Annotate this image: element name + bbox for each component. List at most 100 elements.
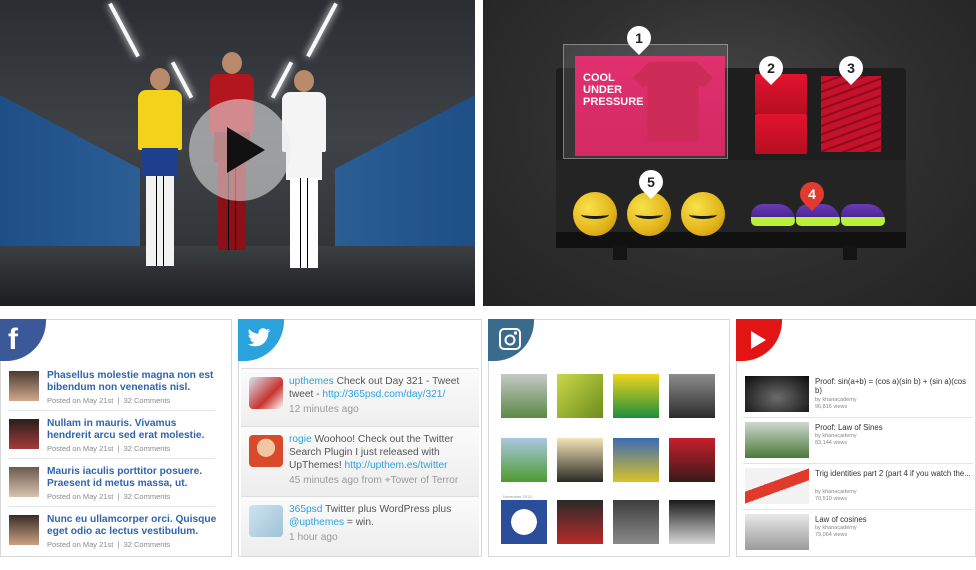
facebook-post[interactable]: Mauris iaculis porttitor posuere. Praese… (9, 463, 215, 507)
video-author: by khanacademy (815, 397, 857, 403)
video-title[interactable]: Trig identities part 2 (part 4 if you wa… (815, 469, 973, 478)
photo-date-label: November 2013 (503, 494, 532, 499)
avatar (9, 467, 39, 497)
photo-thumbnail[interactable] (557, 438, 603, 482)
video-title[interactable]: Proof: sin(a+b) = (cos a)(sin b) + (sin … (815, 377, 973, 395)
post-meta: Posted on May 21st | 32 Comments (47, 492, 171, 501)
hotspot-pin-4[interactable]: 4 (795, 177, 829, 212)
facebook-post[interactable]: Nunc eu ullamcorper orci. Quisque eget o… (9, 511, 217, 555)
tweet-time: 1 hour ago (289, 532, 338, 543)
post-title[interactable]: Mauris iaculis porttitor posuere. Praese… (47, 466, 217, 490)
avatar (249, 505, 283, 537)
ceiling-light (108, 2, 140, 58)
avatar (249, 377, 283, 409)
football[interactable] (681, 192, 725, 236)
photo-thumbnail[interactable] (669, 438, 715, 482)
post-meta: Posted on May 21st | 32 Comments (47, 540, 171, 549)
avatar (9, 515, 39, 545)
tweet-time: 12 minutes ago (289, 404, 359, 415)
table-leg (843, 246, 857, 260)
table-leg (613, 246, 627, 260)
tweet[interactable]: 365psd Twitter plus WordPress plus @upth… (241, 496, 479, 556)
photo-thumbnail[interactable] (613, 374, 659, 418)
youtube-play-icon (751, 331, 766, 349)
post-title[interactable]: Phasellus molestie magna non est bibendu… (47, 370, 217, 394)
youtube-badge[interactable] (736, 319, 782, 361)
video-author: by khanacademy (815, 489, 857, 495)
photo-thumbnail[interactable] (501, 374, 547, 418)
tweet-text: upthemes Check out Day 321 - Tweet tweet… (289, 375, 475, 416)
tweet-link[interactable]: http://upthem.es/twitter (344, 460, 447, 471)
player-england (278, 70, 330, 280)
avatar (9, 371, 39, 401)
hotspot-pin-2[interactable]: 2 (754, 51, 788, 86)
facebook-feed-card: f Phasellus molestie magna non est biben… (0, 319, 232, 557)
tweet-mention[interactable]: @upthemes (289, 517, 344, 528)
post-meta: Posted on May 21st | 32 Comments (47, 396, 171, 405)
video-item[interactable]: Proof: sin(a+b) = (cos a)(sin b) + (sin … (743, 372, 973, 418)
tweet-text: rogie Woohoo! Check out the Twitter Sear… (289, 433, 475, 487)
tweet[interactable]: upthemes Check out Day 321 - Tweet tweet… (241, 368, 479, 434)
post-title[interactable]: Nullam in mauris. Vivamus hendrerit arcu… (47, 418, 217, 442)
hotspot-pin-3[interactable]: 3 (834, 51, 868, 86)
tweet-text: 365psd Twitter plus WordPress plus @upth… (289, 503, 475, 544)
product-display-panel: COOL UNDER PRESSURE 1 2 3 4 5 (483, 0, 976, 306)
football-boot[interactable] (751, 204, 795, 226)
photo-thumbnail[interactable] (501, 438, 547, 482)
hero-video-panel[interactable] (0, 0, 475, 306)
photo-thumbnail[interactable] (557, 500, 603, 544)
photo-thumbnail[interactable] (501, 500, 547, 544)
post-meta: Posted on May 21st | 32 Comments (47, 444, 171, 453)
video-item[interactable]: Proof: Law of Sines by khanacademy 83,14… (743, 418, 973, 464)
video-title[interactable]: Law of cosines (815, 515, 973, 524)
avatar (9, 419, 39, 449)
video-views: 96,816 views (815, 404, 848, 410)
hotspot-pin-5[interactable]: 5 (634, 165, 668, 200)
tweet-username[interactable]: upthemes (289, 376, 334, 387)
video-item[interactable]: Law of cosines by khanacademy 79,064 vie… (743, 510, 973, 556)
tweet-username[interactable]: 365psd (289, 504, 322, 515)
video-thumbnail[interactable] (745, 514, 809, 550)
photo-thumbnail[interactable] (613, 500, 659, 544)
tweet-time: 45 minutes ago from ⌖Tower of Terror (289, 475, 459, 486)
video-thumbnail[interactable] (745, 468, 809, 504)
ceiling-light (306, 2, 338, 58)
video-author: by khanacademy (815, 525, 857, 531)
avatar (249, 435, 283, 467)
video-thumbnail[interactable] (745, 376, 809, 412)
facebook-post[interactable]: Phasellus molestie magna non est bibendu… (9, 367, 215, 411)
photo-thumbnail[interactable] (557, 374, 603, 418)
post-title[interactable]: Nunc eu ullamcorper orci. Quisque eget o… (47, 514, 217, 538)
photo-thumbnail[interactable] (669, 374, 715, 418)
page-root: COOL UNDER PRESSURE 1 2 3 4 5 f Phasellu… (0, 0, 976, 570)
play-button[interactable] (189, 99, 291, 201)
red-shirt-stack[interactable] (755, 114, 807, 154)
instagram-feed-card: November 2013 (488, 319, 730, 557)
photo-thumbnail[interactable] (669, 500, 715, 544)
twitter-bird-icon (248, 328, 271, 347)
folded-shirts[interactable] (821, 76, 881, 152)
play-icon (227, 127, 265, 173)
video-views: 70,510 views (815, 496, 848, 502)
facebook-badge[interactable]: f (0, 319, 46, 361)
tweet-link[interactable]: http://365psd.com/day/321/ (322, 389, 445, 400)
photo-thumbnail[interactable] (613, 438, 659, 482)
video-thumbnail[interactable] (745, 422, 809, 458)
player-brazil (134, 68, 186, 278)
hotspot-pin-1[interactable]: 1 (622, 21, 656, 56)
video-item[interactable]: Trig identities part 2 (part 4 if you wa… (743, 464, 973, 510)
twitter-feed-card: upthemes Check out Day 321 - Tweet tweet… (238, 319, 482, 557)
football-boot[interactable] (841, 204, 885, 226)
tweet[interactable]: rogie Woohoo! Check out the Twitter Sear… (241, 426, 479, 496)
football[interactable] (573, 192, 617, 236)
facebook-icon: f (8, 323, 18, 356)
instagram-badge[interactable] (488, 319, 534, 361)
video-views: 83,144 views (815, 440, 848, 446)
facebook-post[interactable]: Nullam in mauris. Vivamus hendrerit arcu… (9, 415, 215, 459)
tweet-username[interactable]: rogie (289, 434, 312, 445)
instagram-camera-icon (499, 328, 521, 350)
video-views: 79,064 views (815, 532, 848, 538)
video-title[interactable]: Proof: Law of Sines (815, 423, 973, 432)
twitter-badge[interactable] (238, 319, 284, 361)
youtube-feed-card: Proof: sin(a+b) = (cos a)(sin b) + (sin … (736, 319, 976, 557)
